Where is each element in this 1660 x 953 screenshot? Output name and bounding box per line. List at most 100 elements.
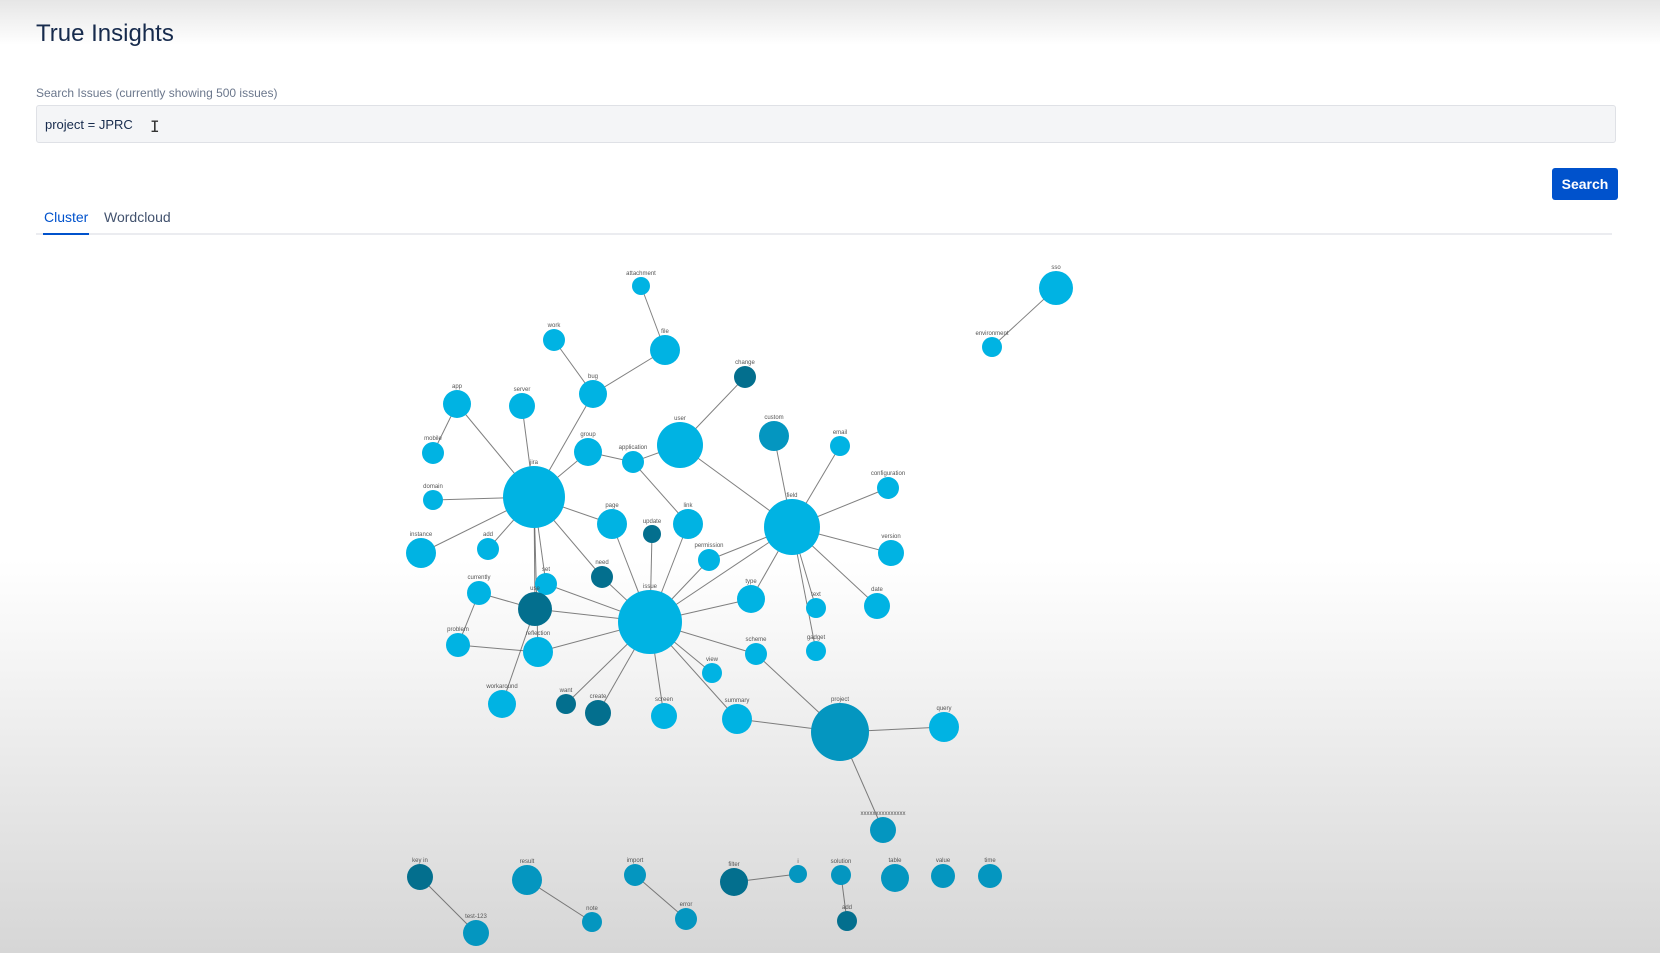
graph-node-circle[interactable]	[1039, 271, 1073, 305]
graph-node-solution[interactable]: solution	[831, 859, 852, 885]
graph-node-circle[interactable]	[632, 277, 650, 295]
graph-node-issue[interactable]: issue	[618, 584, 682, 654]
graph-node-test-123[interactable]: test-123	[463, 914, 489, 946]
graph-node-screen[interactable]: screen	[651, 697, 677, 729]
graph-node-circle[interactable]	[643, 525, 661, 543]
graph-node-circle[interactable]	[734, 366, 756, 388]
graph-node-need[interactable]: need	[591, 560, 613, 588]
graph-node-environment[interactable]: environment	[975, 331, 1009, 357]
graph-node-group[interactable]: group	[574, 432, 602, 466]
graph-node-mobile[interactable]: mobile	[422, 436, 444, 464]
graph-node-circle[interactable]	[591, 566, 613, 588]
graph-node-update[interactable]: update	[643, 519, 662, 543]
graph-node-value[interactable]: value	[931, 858, 955, 888]
graph-node-circle[interactable]	[422, 442, 444, 464]
graph-node-version[interactable]: version	[878, 534, 904, 566]
graph-node-scheme[interactable]: scheme	[745, 637, 767, 665]
graph-node-table[interactable]: table	[881, 858, 909, 892]
graph-node-circle[interactable]	[624, 864, 646, 886]
graph-node-add[interactable]: add	[477, 532, 499, 560]
graph-node-project[interactable]: project	[811, 697, 869, 761]
graph-node-date[interactable]: date	[864, 587, 890, 619]
graph-node-attachment[interactable]: attachment	[626, 271, 656, 295]
graph-node-circle[interactable]	[806, 598, 826, 618]
graph-node-circle[interactable]	[837, 911, 857, 931]
graph-node-want[interactable]: want	[556, 688, 576, 714]
graph-node-circle[interactable]	[657, 422, 703, 468]
graph-node-custom[interactable]: custom	[759, 415, 789, 451]
graph-node-domain[interactable]: domain	[423, 484, 443, 510]
graph-node-circle[interactable]	[759, 421, 789, 451]
graph-node-circle[interactable]	[830, 436, 850, 456]
graph-node-field[interactable]: field	[764, 493, 820, 555]
graph-node-configuration[interactable]: configuration	[871, 471, 905, 499]
graph-node-circle[interactable]	[622, 451, 644, 473]
graph-node-email[interactable]: email	[830, 430, 850, 456]
graph-node-circle[interactable]	[737, 585, 765, 613]
graph-node-circle[interactable]	[618, 590, 682, 654]
graph-node-page[interactable]: page	[597, 503, 627, 539]
graph-node-file[interactable]: file	[650, 329, 680, 365]
graph-node-circle[interactable]	[878, 540, 904, 566]
graph-node-circle[interactable]	[877, 477, 899, 499]
graph-node-circle[interactable]	[789, 865, 807, 883]
cluster-graph[interactable]: attachment file work bug change app server mobi…	[0, 0, 1660, 953]
graph-node-currently[interactable]: currently	[467, 575, 491, 605]
graph-node-circle[interactable]	[675, 908, 697, 930]
graph-node-circle[interactable]	[811, 703, 869, 761]
graph-node-circle[interactable]	[702, 663, 722, 683]
graph-node-circle[interactable]	[864, 593, 890, 619]
graph-node-add2[interactable]: add	[837, 905, 857, 931]
graph-node-circle[interactable]	[806, 641, 826, 661]
graph-node-import[interactable]: import	[624, 858, 646, 886]
graph-node-circle[interactable]	[523, 637, 553, 667]
graph-node-circle[interactable]	[698, 549, 720, 571]
graph-node-circle[interactable]	[720, 868, 748, 896]
graph-node-error[interactable]: error	[675, 902, 697, 930]
graph-node-circle[interactable]	[503, 466, 565, 528]
graph-node-circle[interactable]	[446, 633, 470, 657]
graph-node-i[interactable]: i	[789, 859, 807, 883]
graph-node-circle[interactable]	[463, 920, 489, 946]
graph-node-circle[interactable]	[673, 509, 703, 539]
graph-node-workaround[interactable]: workaround	[485, 684, 518, 718]
graph-node-circle[interactable]	[582, 912, 602, 932]
graph-node-circle[interactable]	[477, 538, 499, 560]
graph-node-xxxxxxxxxxxxxxx[interactable]: xxxxxxxxxxxxxxx	[861, 811, 906, 843]
graph-node-instance[interactable]: instance	[406, 532, 436, 568]
graph-node-summary[interactable]: summary	[722, 698, 752, 734]
graph-node-key-in[interactable]: key in	[407, 858, 433, 890]
graph-node-circle[interactable]	[722, 704, 752, 734]
graph-node-change[interactable]: change	[734, 360, 756, 388]
graph-node-problem[interactable]: problem	[446, 627, 470, 657]
graph-node-gadget[interactable]: gadget	[806, 635, 826, 661]
graph-node-circle[interactable]	[931, 864, 955, 888]
graph-node-circle[interactable]	[982, 337, 1002, 357]
graph-node-circle[interactable]	[978, 864, 1002, 888]
graph-node-circle[interactable]	[518, 592, 552, 626]
graph-node-circle[interactable]	[423, 490, 443, 510]
graph-node-create[interactable]: create	[585, 694, 611, 726]
graph-node-circle[interactable]	[443, 390, 471, 418]
graph-node-result[interactable]: result	[512, 859, 542, 895]
graph-node-circle[interactable]	[650, 335, 680, 365]
graph-node-circle[interactable]	[509, 393, 535, 419]
graph-node-note[interactable]: note	[582, 906, 602, 932]
graph-node-text[interactable]: text	[806, 592, 826, 618]
graph-node-work[interactable]: work	[543, 323, 565, 351]
graph-node-circle[interactable]	[406, 538, 436, 568]
graph-node-circle[interactable]	[585, 700, 611, 726]
graph-node-circle[interactable]	[579, 380, 607, 408]
graph-node-type[interactable]: type	[737, 579, 765, 613]
graph-node-circle[interactable]	[543, 329, 565, 351]
graph-node-circle[interactable]	[512, 865, 542, 895]
graph-node-circle[interactable]	[574, 438, 602, 466]
graph-node-user[interactable]: user	[657, 416, 703, 468]
graph-node-circle[interactable]	[651, 703, 677, 729]
graph-node-server[interactable]: server	[509, 387, 535, 419]
graph-node-application[interactable]: application	[619, 445, 648, 473]
graph-node-circle[interactable]	[745, 643, 767, 665]
graph-node-circle[interactable]	[467, 581, 491, 605]
graph-node-circle[interactable]	[556, 694, 576, 714]
graph-node-circle[interactable]	[597, 509, 627, 539]
